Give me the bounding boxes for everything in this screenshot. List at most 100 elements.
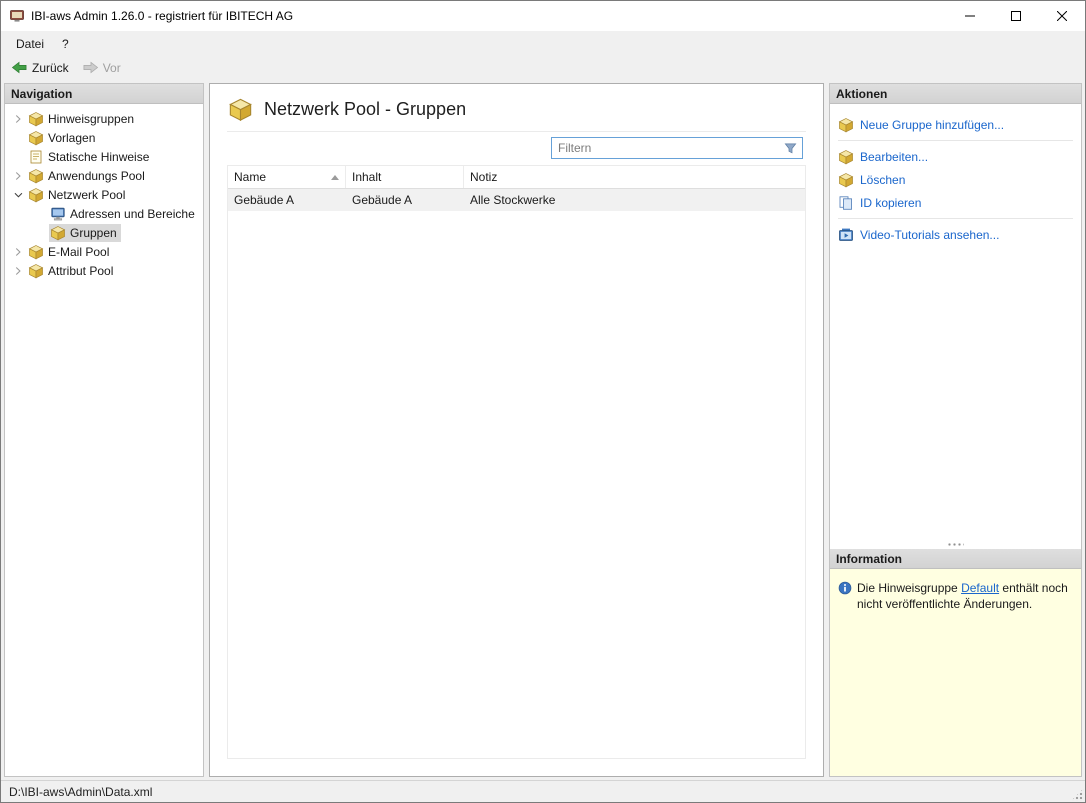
action-label: Bearbeiten... [860,149,929,164]
filter-box [551,137,803,159]
sidebar-item-email-pool[interactable]: E-Mail Pool [5,242,203,261]
action-label: Löschen [860,172,906,187]
panel-splitter[interactable] [830,539,1081,549]
cell-notiz: Alle Stockwerke [470,193,556,207]
sidebar-item-adressen-und-bereiche[interactable]: Adressen und Bereiche [5,204,203,223]
minimize-button[interactable] [947,1,993,31]
information-box: Die Hinweisgruppe Default enthält noch n… [830,569,1081,776]
sidebar-item-vorlagen[interactable]: Vorlagen [5,128,203,147]
minimize-icon [965,15,975,17]
menu-help[interactable]: ? [53,31,78,56]
resize-grip[interactable] [1071,788,1084,801]
sidebar-item-statische-hinweise[interactable]: Statische Hinweise [5,147,203,166]
actions-list: Neue Gruppe hinzufügen... Bearbeiten... … [830,104,1081,539]
cell-inhalt: Gebäude A [352,193,413,207]
sidebar-item-label: Netzwerk Pool [48,187,126,202]
action-neue-gruppe[interactable]: Neue Gruppe hinzufügen... [838,113,1073,136]
column-header-notiz[interactable]: Notiz [464,166,805,188]
nav-toolbar: Zurück Vor [1,56,1085,79]
chevron-right-icon[interactable] [9,244,27,260]
splitter-dots-icon [947,542,964,546]
package-icon [227,97,254,122]
package-icon [28,168,44,184]
sidebar-item-hinweisgruppen[interactable]: Hinweisgruppen [5,109,203,128]
chevron-placeholder [31,206,49,222]
chevron-placeholder [9,130,27,146]
information-header: Information [830,549,1081,569]
app-icon [9,8,25,24]
column-label: Notiz [470,170,498,184]
actions-header: Aktionen [830,84,1081,104]
back-button[interactable]: Zurück [7,58,76,77]
package-add-icon [838,117,854,133]
menu-datei[interactable]: Datei [7,31,53,56]
package-icon [28,130,44,146]
chevron-placeholder [9,149,27,165]
sidebar-item-netzwerk-pool[interactable]: Netzwerk Pool [5,185,203,204]
forward-button-label: Vor [102,60,121,75]
sidebar-item-label: Hinweisgruppen [48,111,135,126]
sort-ascending-icon [331,174,339,180]
column-header-inhalt[interactable]: Inhalt [346,166,464,188]
chevron-placeholder [31,225,49,241]
window-controls [947,1,1085,31]
network-computer-icon [50,206,66,222]
action-video-tutorials[interactable]: Video-Tutorials ansehen... [838,223,1073,246]
forward-button[interactable]: Vor [78,58,128,77]
column-header-name[interactable]: Name [228,166,346,188]
copy-icon [838,195,854,211]
info-text-before: Die Hinweisgruppe [857,581,962,595]
sidebar-item-label: Vorlagen [48,130,96,145]
note-icon [28,149,44,165]
window-title: IBI-aws Admin 1.26.0 - registriert für I… [31,9,294,23]
chevron-right-icon[interactable] [9,168,27,184]
sidebar-item-anwendungs-pool[interactable]: Anwendungs Pool [5,166,203,185]
action-bearbeiten[interactable]: Bearbeiten... [838,145,1073,168]
filter-input[interactable] [552,141,783,155]
data-file-path: D:\IBI-aws\Admin\Data.xml [9,784,153,799]
chevron-down-icon[interactable] [9,187,27,203]
back-button-label: Zurück [32,60,69,75]
maximize-button[interactable] [993,1,1039,31]
sidebar-item-label: Attribut Pool [48,263,114,278]
action-label: Neue Gruppe hinzufügen... [860,117,1005,132]
page-title: Netzwerk Pool - Gruppen [264,99,467,119]
status-bar: D:\IBI-aws\Admin\Data.xml [1,780,1085,802]
sidebar-item-label: E-Mail Pool [48,244,110,259]
table-header: Name Inhalt Notiz [228,166,805,189]
package-icon [28,244,44,260]
sidebar-item-gruppen[interactable]: Gruppen [5,223,203,242]
table-row[interactable]: Gebäude A Gebäude A Alle Stockwerke [228,189,805,211]
navigation-header: Navigation [5,84,203,104]
package-delete-icon [838,172,854,188]
chevron-right-icon[interactable] [9,111,27,127]
maximize-icon [1011,11,1021,21]
sidebar-item-label: Statische Hinweise [48,149,150,164]
default-group-link[interactable]: Default [961,581,999,595]
close-icon [1057,11,1067,21]
cell-name: Gebäude A [234,193,295,207]
close-button[interactable] [1039,1,1085,31]
sidebar-item-attribut-pool[interactable]: Attribut Pool [5,261,203,280]
sidebar-item-label: Gruppen [70,225,117,240]
package-icon [50,225,66,241]
package-icon [28,187,44,203]
separator [838,140,1073,141]
filter-funnel-icon[interactable] [783,141,798,156]
action-label: ID kopieren [860,195,922,210]
content-panel: Netzwerk Pool - Gruppen Name [209,83,824,777]
title-bar[interactable]: IBI-aws Admin 1.26.0 - registriert für I… [1,1,1085,31]
navigation-panel: Navigation Hinweisgruppen Vorlagen Stati… [4,83,204,777]
filter-row [227,137,806,165]
package-edit-icon [838,149,854,165]
sidebar-item-label: Anwendungs Pool [48,168,145,183]
information-text: Die Hinweisgruppe Default enthält noch n… [857,580,1073,768]
action-id-kopieren[interactable]: ID kopieren [838,191,1073,214]
package-icon [28,263,44,279]
action-loeschen[interactable]: Löschen [838,168,1073,191]
menu-bar: Datei ? [1,31,1085,56]
column-label: Name [234,170,267,184]
chevron-right-icon[interactable] [9,263,27,279]
main-area: Navigation Hinweisgruppen Vorlagen Stati… [1,79,1085,780]
package-icon [28,111,44,127]
